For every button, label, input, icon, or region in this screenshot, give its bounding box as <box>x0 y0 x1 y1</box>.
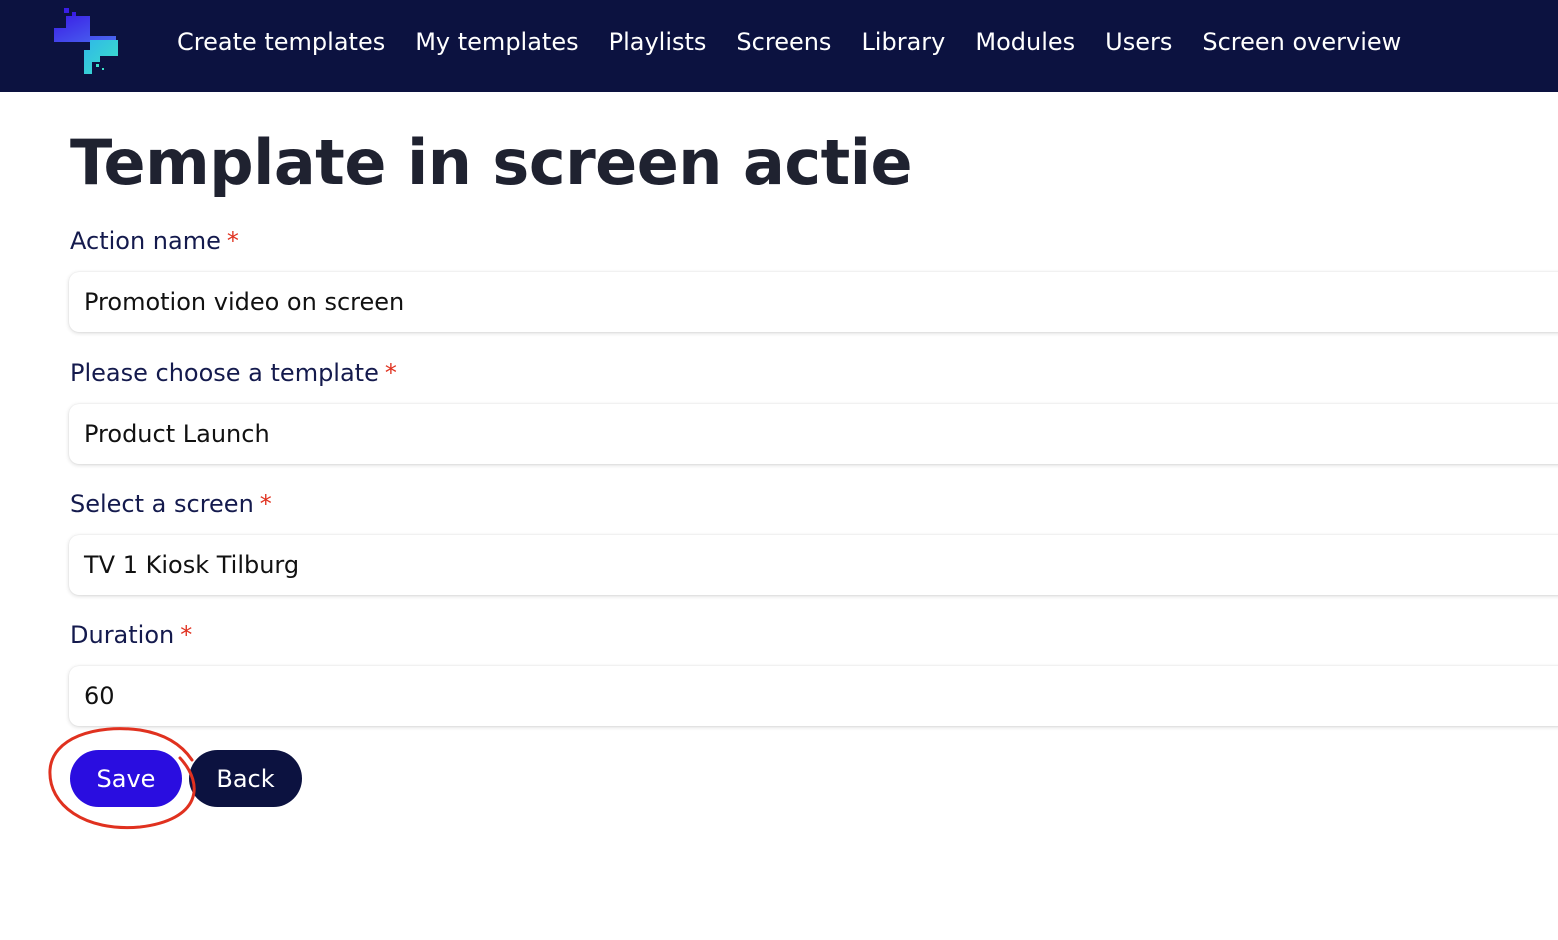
required-marker: * <box>180 621 193 649</box>
screen-select-label-text: Select a screen <box>70 490 254 518</box>
action-name-value: Promotion video on screen <box>84 288 405 316</box>
nav-item-create-templates[interactable]: Create templates <box>177 28 385 56</box>
nav-item-screens[interactable]: Screens <box>736 28 831 56</box>
duration-label-text: Duration <box>70 621 175 649</box>
back-button[interactable]: Back <box>189 750 302 807</box>
nav-item-users[interactable]: Users <box>1105 28 1172 56</box>
template-select[interactable]: Product Launch <box>69 404 1558 464</box>
screen-select[interactable]: TV 1 Kiosk Tilburg <box>69 535 1558 595</box>
duration-input[interactable]: 60 <box>69 666 1558 726</box>
page-title: Template in screen actie <box>70 126 913 199</box>
duration-label: Duration * <box>70 621 192 649</box>
template-select-label-text: Please choose a template <box>70 359 379 387</box>
template-select-value: Product Launch <box>84 420 270 448</box>
nav-item-playlists[interactable]: Playlists <box>609 28 707 56</box>
nav-item-screen-overview[interactable]: Screen overview <box>1202 28 1401 56</box>
action-name-label-text: Action name <box>70 227 221 255</box>
nav-item-my-templates[interactable]: My templates <box>415 28 578 56</box>
screen-select-value: TV 1 Kiosk Tilburg <box>84 551 300 579</box>
required-marker: * <box>259 490 272 518</box>
duration-value: 60 <box>84 682 115 710</box>
nav-item-library[interactable]: Library <box>861 28 945 56</box>
main-nav: Create templates My templates Playlists … <box>177 0 1431 84</box>
nav-item-modules[interactable]: Modules <box>975 28 1075 56</box>
save-button[interactable]: Save <box>70 750 182 807</box>
action-name-label: Action name * <box>70 227 239 255</box>
action-name-input[interactable]: Promotion video on screen <box>69 272 1558 332</box>
screen-select-label: Select a screen * <box>70 490 272 518</box>
app-logo-icon[interactable] <box>52 6 120 76</box>
required-marker: * <box>384 359 397 387</box>
template-select-label: Please choose a template * <box>70 359 397 387</box>
top-navigation-bar: Create templates My templates Playlists … <box>0 0 1558 92</box>
required-marker: * <box>226 227 239 255</box>
